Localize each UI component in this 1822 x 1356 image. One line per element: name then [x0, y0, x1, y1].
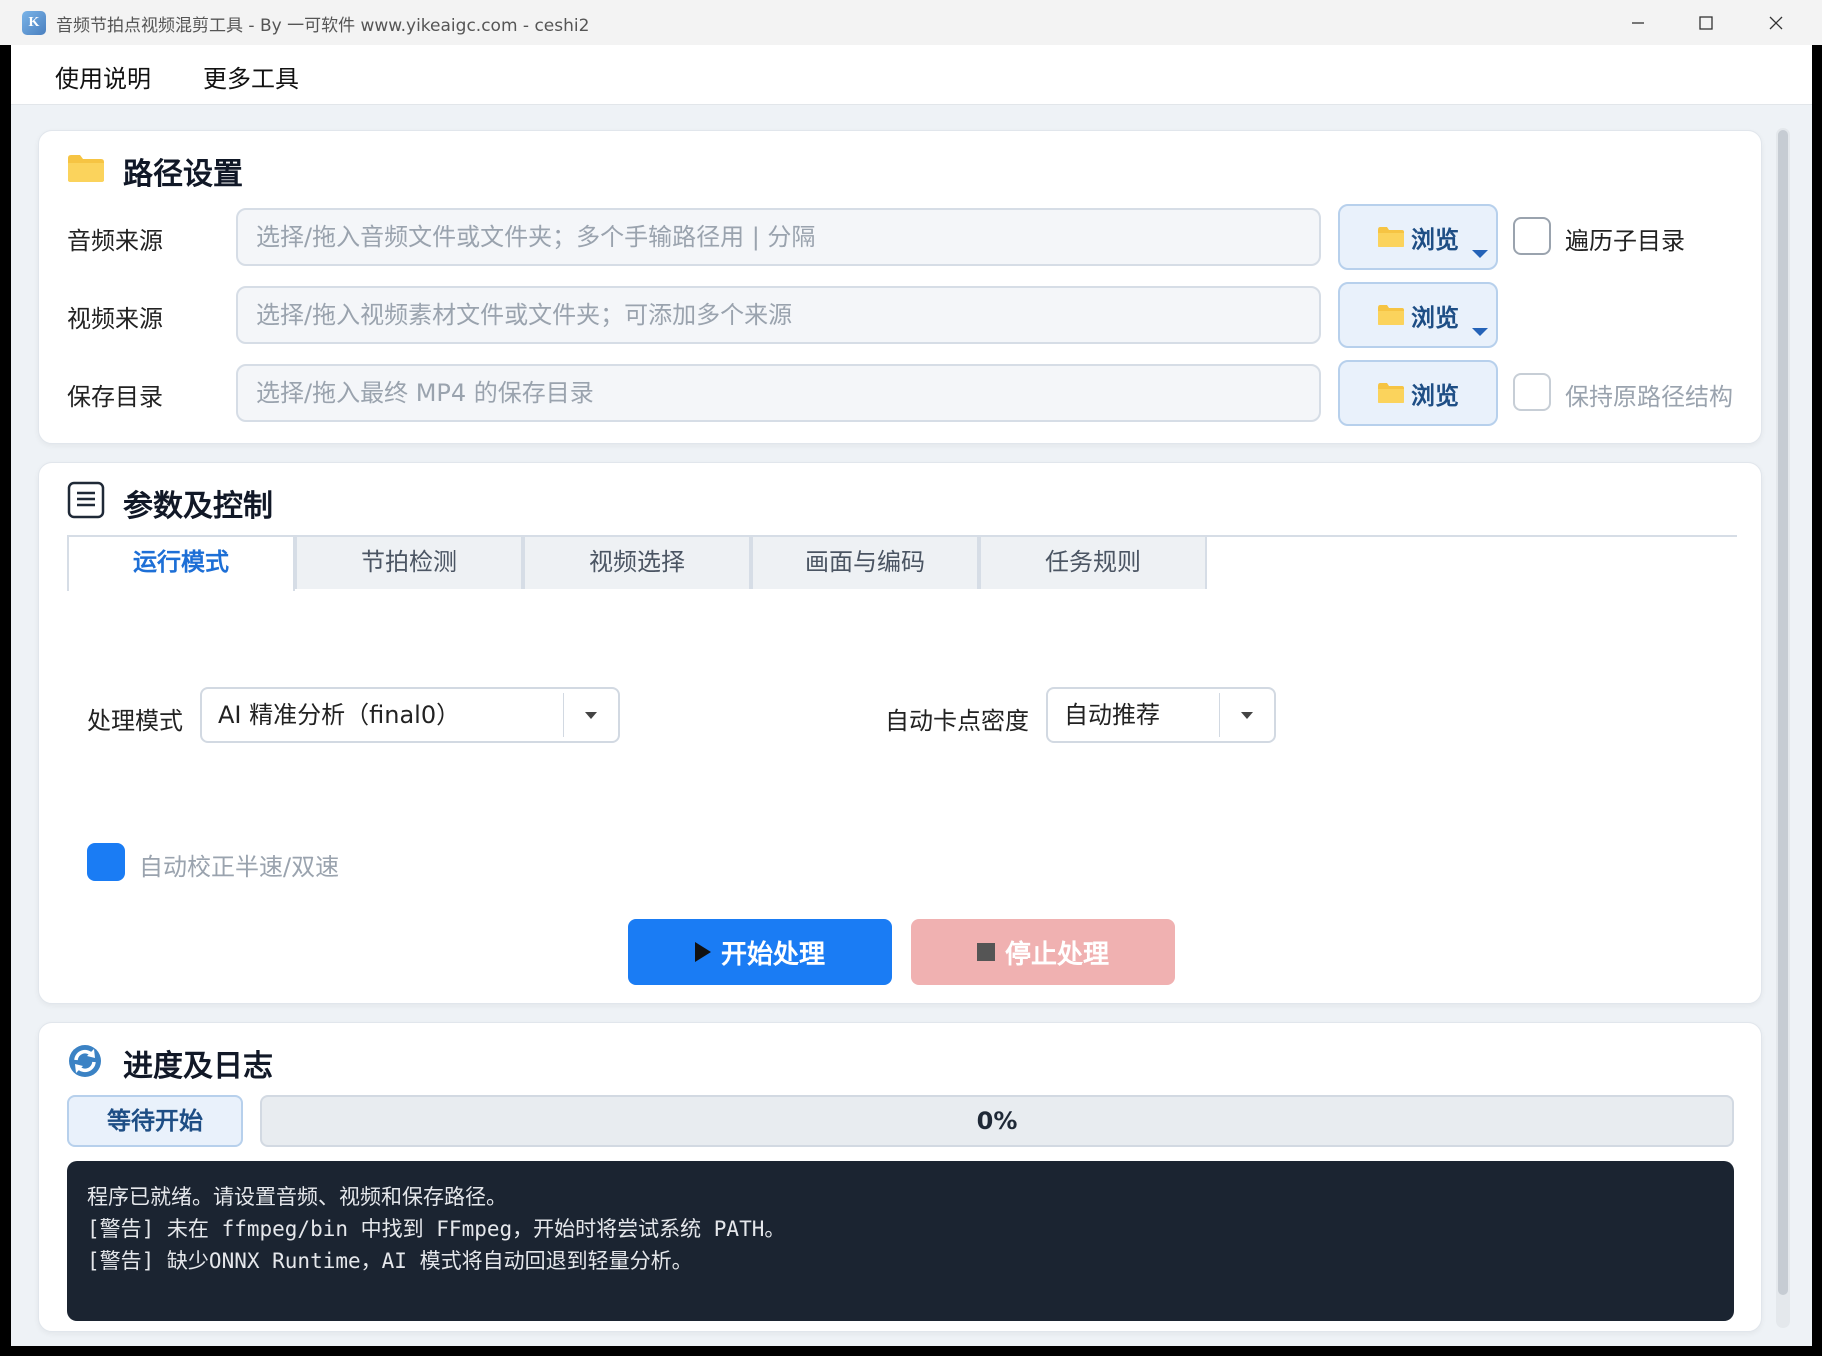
log-output[interactable]: 程序已就绪。请设置音频、视频和保存路径。 [警告] 未在 ffmpeg/bin …: [67, 1161, 1734, 1321]
density-select[interactable]: 自动推荐: [1046, 687, 1276, 743]
menu-bar: 使用说明 更多工具: [11, 45, 1812, 105]
maximize-button[interactable]: [1676, 0, 1736, 45]
folder-icon: [1378, 305, 1404, 325]
auto-correct-checkbox[interactable]: [87, 843, 125, 881]
close-icon: [1769, 16, 1783, 29]
save-browse-button[interactable]: 浏览: [1338, 360, 1498, 426]
minimize-button[interactable]: [1608, 0, 1668, 45]
select-divider: [563, 693, 564, 737]
video-source-input[interactable]: 选择/拖入视频素材文件或文件夹；可添加多个来源: [236, 286, 1321, 344]
path-settings-card: 路径设置 音频来源 选择/拖入音频文件或文件夹；多个手输路径用 | 分隔 浏览 …: [38, 130, 1762, 444]
chevron-down-icon[interactable]: [1472, 250, 1488, 258]
video-browse-button[interactable]: 浏览: [1338, 282, 1498, 348]
folder-icon: [1378, 383, 1404, 403]
start-button-label: 开始处理: [720, 939, 825, 970]
video-source-label: 视频来源: [67, 305, 163, 333]
maximize-icon: [1699, 15, 1713, 30]
window-title: 音频节拍点视频混剪工具 - By 一可软件 www.yikeaigc.com -…: [56, 16, 590, 36]
audio-source-input[interactable]: 选择/拖入音频文件或文件夹；多个手输路径用 | 分隔: [236, 208, 1321, 266]
tab-beat-detection[interactable]: 节拍检测: [295, 535, 523, 589]
list-icon: [67, 481, 105, 519]
traverse-subdir-label: 遍历子目录: [1565, 227, 1685, 255]
mode-label: 处理模式: [87, 707, 183, 735]
menu-item-more-tools[interactable]: 更多工具: [203, 59, 299, 94]
folder-icon: [68, 155, 104, 182]
save-browse-label: 浏览: [1411, 381, 1459, 410]
play-icon: [694, 942, 711, 962]
stop-icon: [976, 943, 995, 961]
mode-select[interactable]: AI 精准分析（final0）: [200, 687, 620, 743]
tab-video-selection[interactable]: 视频选择: [523, 535, 751, 589]
progress-bar: 0%: [260, 1095, 1734, 1147]
close-button[interactable]: [1746, 0, 1806, 45]
start-button[interactable]: 开始处理: [628, 919, 892, 985]
select-divider: [1219, 693, 1220, 737]
traverse-subdir-checkbox[interactable]: [1513, 217, 1551, 255]
minimize-icon: [1632, 21, 1644, 24]
chevron-down-icon[interactable]: [1472, 328, 1488, 336]
chevron-down-icon: [585, 712, 597, 719]
folder-icon: [1378, 227, 1404, 247]
progress-title: 进度及日志: [123, 1049, 273, 1084]
mode-select-value: AI 精准分析（final0）: [218, 701, 461, 729]
audio-browse-label: 浏览: [1411, 225, 1459, 254]
app-window: K 音频节拍点视频混剪工具 - By 一可软件 www.yikeaigc.com…: [0, 0, 1822, 1346]
video-browse-label: 浏览: [1411, 303, 1459, 332]
audio-browse-button[interactable]: 浏览: [1338, 204, 1498, 270]
auto-correct-label: 自动校正半速/双速: [139, 853, 340, 881]
app-logo-icon: K: [22, 11, 46, 35]
tab-task-rules[interactable]: 任务规则: [979, 535, 1207, 589]
stop-button[interactable]: 停止处理: [911, 919, 1175, 985]
params-card: 参数及控制 运行模式 节拍检测 视频选择 画面与编码 任务规则 处理模式 AI …: [38, 462, 1762, 1004]
refresh-icon: [69, 1045, 101, 1077]
progress-card: 进度及日志 等待开始 0% 程序已就绪。请设置音频、视频和保存路径。 [警告] …: [38, 1022, 1762, 1332]
tab-picture-encoding[interactable]: 画面与编码: [751, 535, 979, 589]
window-frame-left: [0, 45, 11, 1346]
title-bar: K 音频节拍点视频混剪工具 - By 一可软件 www.yikeaigc.com…: [0, 0, 1822, 45]
scrollbar-thumb[interactable]: [1778, 130, 1788, 1295]
stop-button-label: 停止处理: [1004, 939, 1109, 970]
params-title: 参数及控制: [123, 489, 273, 524]
audio-source-label: 音频来源: [67, 227, 163, 255]
keep-structure-checkbox[interactable]: [1513, 373, 1551, 411]
save-dir-input[interactable]: 选择/拖入最终 MP4 的保存目录: [236, 364, 1321, 422]
path-settings-title: 路径设置: [123, 157, 243, 192]
density-label: 自动卡点密度: [885, 707, 1029, 735]
progress-percent: 0%: [976, 1107, 1018, 1135]
keep-structure-label: 保持原路径结构: [1565, 383, 1733, 411]
density-select-value: 自动推荐: [1064, 701, 1160, 729]
status-badge: 等待开始: [67, 1095, 243, 1147]
chevron-down-icon: [1241, 712, 1253, 719]
menu-item-instructions[interactable]: 使用说明: [55, 59, 151, 94]
window-frame-right: [1812, 45, 1822, 1346]
save-dir-label: 保存目录: [67, 383, 163, 411]
tab-run-mode[interactable]: 运行模式: [67, 535, 295, 591]
